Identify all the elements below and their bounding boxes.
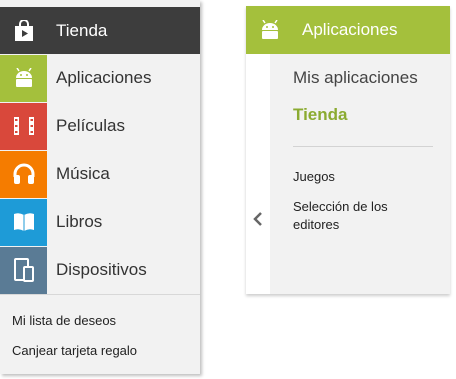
- devices-icon: [0, 246, 47, 294]
- store-label: Tienda: [56, 20, 108, 40]
- apps-submenu-panel: Aplicaciones Mis aplicaciones Tienda Jue…: [246, 6, 450, 294]
- store-link-active[interactable]: Tienda: [293, 105, 347, 125]
- nav-item-label: Música: [56, 164, 110, 183]
- divider: [293, 146, 433, 147]
- editors-choice-link[interactable]: Selección de los editores: [293, 198, 423, 234]
- nav-item-libros[interactable]: Libros: [0, 198, 200, 246]
- apps-header[interactable]: Aplicaciones: [246, 6, 450, 54]
- divider: [0, 294, 200, 295]
- nav-item-label: Dispositivos: [56, 260, 147, 279]
- nav-item-label: Libros: [56, 212, 103, 231]
- my-apps-link[interactable]: Mis aplicaciones: [293, 68, 418, 88]
- games-link[interactable]: Juegos: [293, 168, 335, 186]
- headphones-icon: [0, 150, 47, 198]
- shopping-bag-icon: [0, 7, 47, 54]
- nav-item-dispositivos[interactable]: Dispositivos: [0, 246, 200, 294]
- store-header[interactable]: Tienda: [0, 7, 200, 54]
- wishlist-link[interactable]: Mi lista de deseos: [12, 313, 116, 328]
- nav-item-label: Aplicaciones: [56, 68, 152, 87]
- chevron-left-icon[interactable]: [251, 211, 265, 227]
- redeem-gift-card-link[interactable]: Canjear tarjeta regalo: [12, 343, 137, 358]
- category-list: Aplicaciones Películas Música Libros Dis…: [0, 54, 200, 294]
- book-icon: [0, 198, 47, 246]
- nav-item-label: Películas: [56, 116, 125, 135]
- nav-item-peliculas[interactable]: Películas: [0, 102, 200, 150]
- android-icon: [0, 54, 47, 102]
- nav-item-aplicaciones[interactable]: Aplicaciones: [0, 54, 200, 102]
- nav-item-musica[interactable]: Música: [0, 150, 200, 198]
- back-strip[interactable]: [246, 54, 270, 294]
- android-icon: [246, 7, 293, 54]
- film-icon: [0, 102, 47, 150]
- apps-header-label: Aplicaciones: [302, 20, 398, 39]
- left-navigation-panel: Tienda Aplicaciones Películas Música Lib…: [0, 0, 200, 374]
